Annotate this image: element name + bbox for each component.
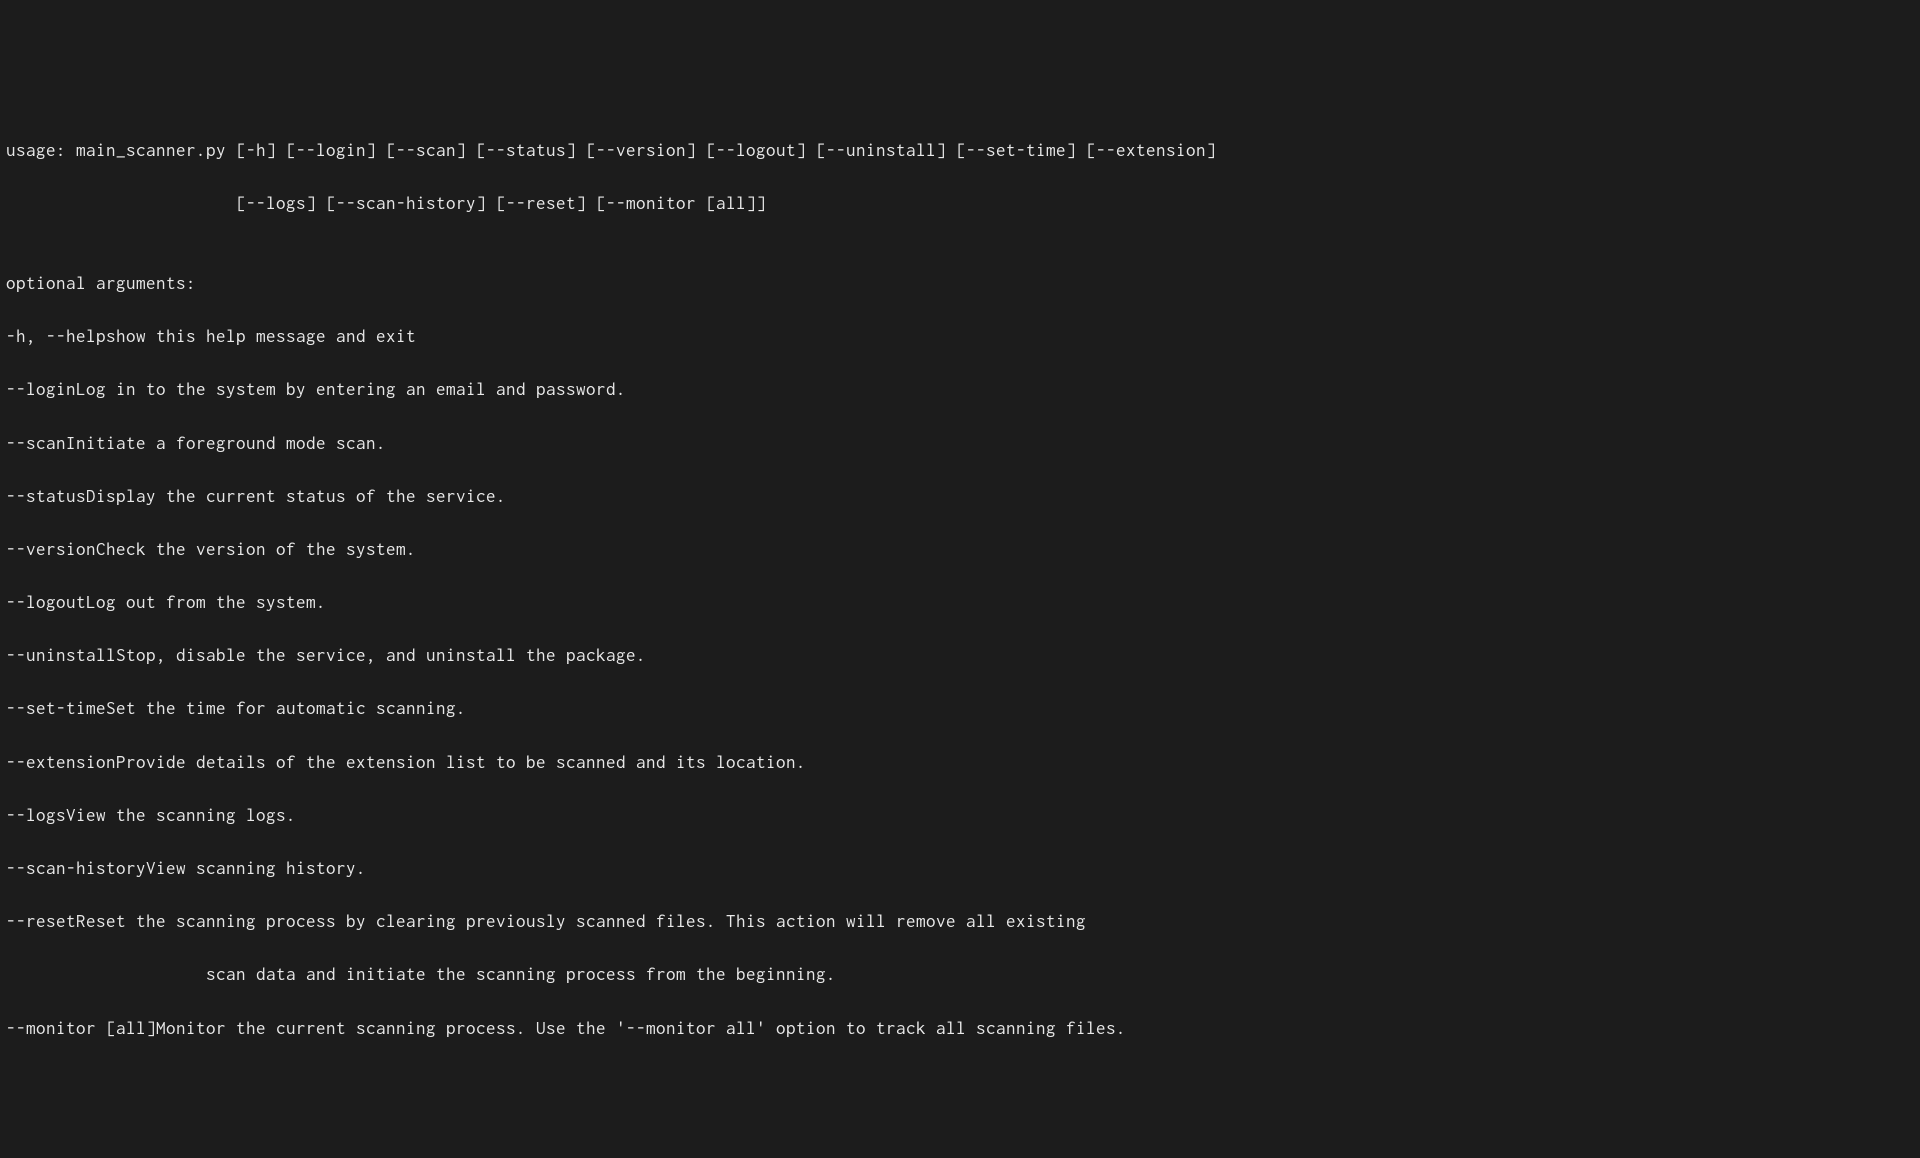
arg-flag-reset: --reset	[6, 908, 76, 935]
arg-reset-continuation: scan data and initiate the scanning proc…	[6, 961, 1914, 988]
arg-logout: --logout Log out from the system.	[6, 589, 1914, 616]
arg-flag-monitor: --monitor [all]	[6, 1015, 156, 1042]
arg-scan: --scan Initiate a foreground mode scan.	[6, 430, 1914, 457]
arg-desc-uninstall: Stop, disable the service, and uninstall…	[116, 642, 646, 669]
blank-line	[6, 246, 16, 266]
arg-set-time: --set-time Set the time for automatic sc…	[6, 695, 1914, 722]
arg-desc-reset: Reset the scanning process by clearing p…	[76, 908, 1086, 935]
optional-arguments-header: optional arguments:	[6, 270, 1914, 297]
arg-flag-version: --version	[6, 536, 96, 563]
arg-flag-logout: --logout	[6, 589, 86, 616]
arg-flag-set-time: --set-time	[6, 695, 106, 722]
arg-flag-logs: --logs	[6, 802, 66, 829]
arg-desc-set-time: Set the time for automatic scanning.	[106, 695, 466, 722]
terminal-output: usage: main_scanner.py [-h] [--login] [-…	[6, 110, 1914, 1067]
arg-monitor: --monitor [all] Monitor the current scan…	[6, 1015, 1914, 1042]
arg-desc-extension: Provide details of the extension list to…	[116, 749, 806, 776]
arg-desc-logs: View the scanning logs.	[66, 802, 296, 829]
arg-flag-uninstall: --uninstall	[6, 642, 116, 669]
arg-desc-monitor: Monitor the current scanning process. Us…	[156, 1015, 1126, 1042]
arg-login: --login Log in to the system by entering…	[6, 376, 1914, 403]
arg-desc-scan-history: View scanning history.	[146, 855, 366, 882]
arg-status: --status Display the current status of t…	[6, 483, 1914, 510]
arg-desc-version: Check the version of the system.	[96, 536, 416, 563]
arg-desc-logout: Log out from the system.	[86, 589, 326, 616]
arg-scan-history: --scan-history View scanning history.	[6, 855, 1914, 882]
arg-desc-scan: Initiate a foreground mode scan.	[66, 430, 386, 457]
arg-logs: --logs View the scanning logs.	[6, 802, 1914, 829]
arg-flag-login: --login	[6, 376, 76, 403]
arg-flag-scan: --scan	[6, 430, 66, 457]
arg-flag-help: -h, --help	[6, 323, 106, 350]
arg-desc-status: Display the current status of the servic…	[86, 483, 506, 510]
arg-version: --version Check the version of the syste…	[6, 536, 1914, 563]
arg-flag-extension: --extension	[6, 749, 116, 776]
usage-line-1: usage: main_scanner.py [-h] [--login] [-…	[6, 137, 1914, 164]
arg-uninstall: --uninstall Stop, disable the service, a…	[6, 642, 1914, 669]
arg-flag-status: --status	[6, 483, 86, 510]
arg-extension: --extension Provide details of the exten…	[6, 749, 1914, 776]
arg-help: -h, --help show this help message and ex…	[6, 323, 1914, 350]
arg-flag-scan-history: --scan-history	[6, 855, 146, 882]
arg-desc-help: show this help message and exit	[106, 323, 416, 350]
arg-reset: --reset Reset the scanning process by cl…	[6, 908, 1914, 935]
usage-line-2: [--logs] [--scan-history] [--reset] [--m…	[6, 190, 1914, 217]
arg-desc-login: Log in to the system by entering an emai…	[76, 376, 626, 403]
